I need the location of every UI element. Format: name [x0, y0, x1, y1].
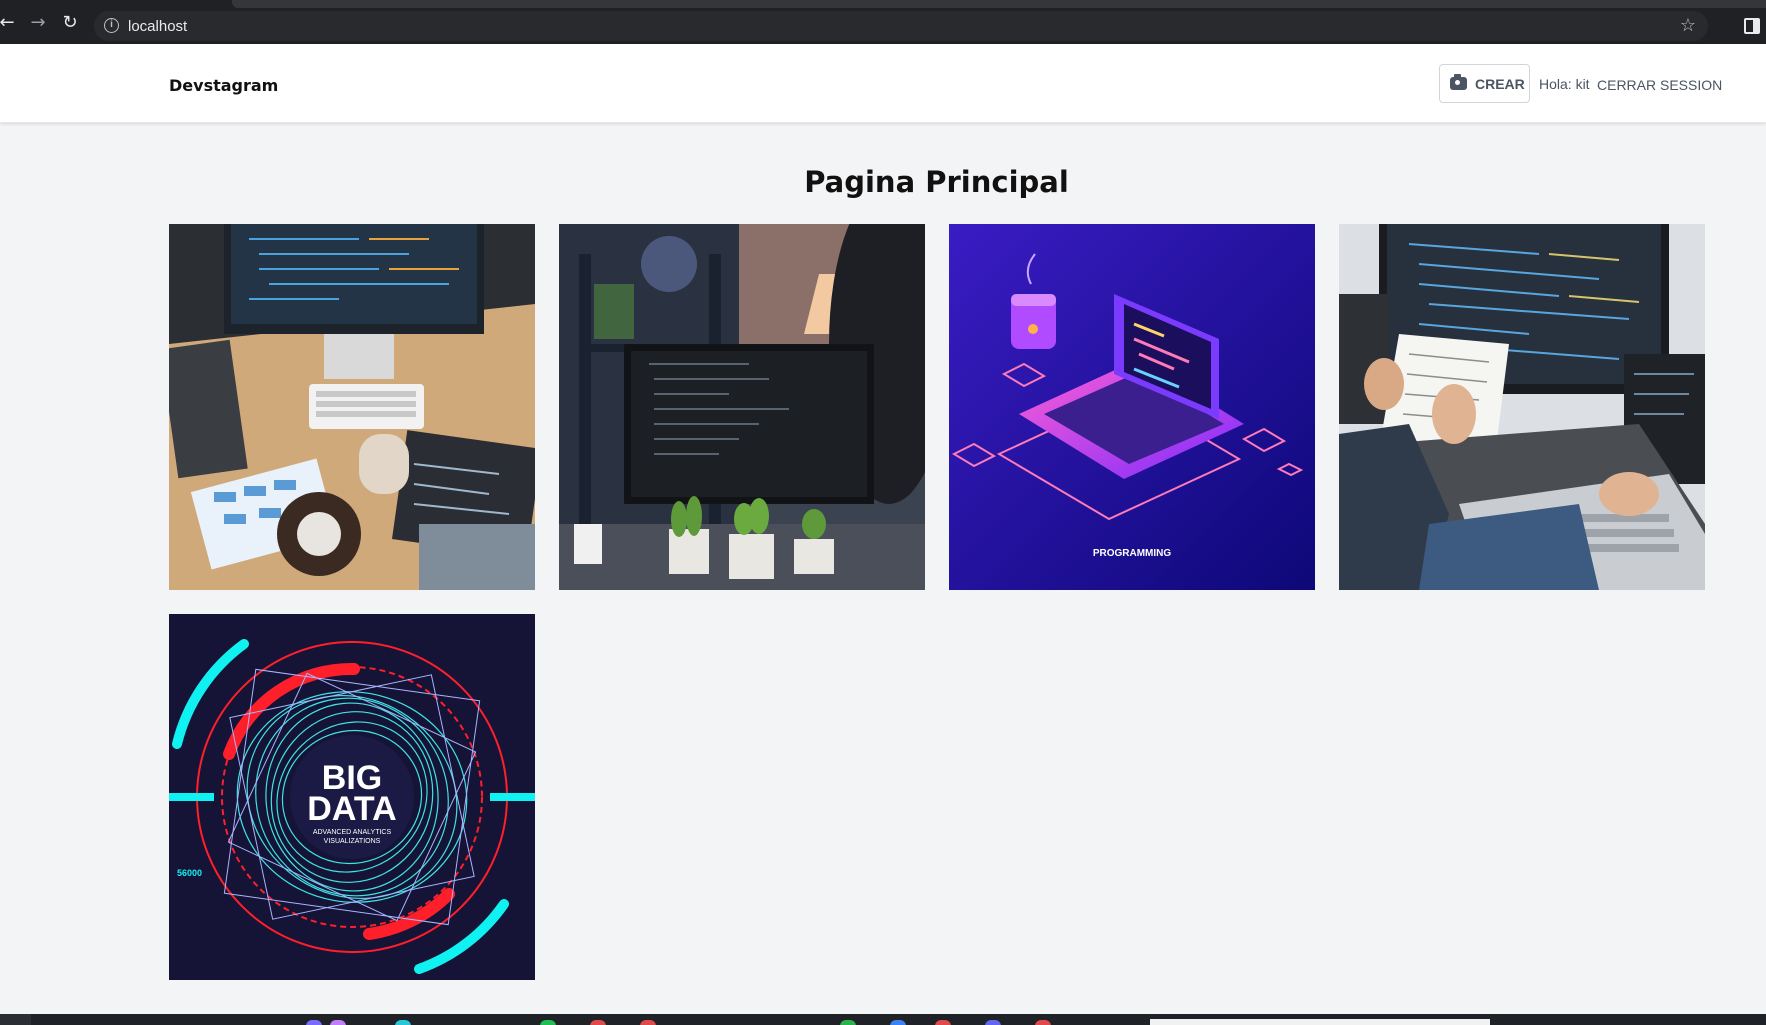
taskbar-start-area[interactable] — [0, 1014, 31, 1025]
post-3-label: PROGRAMMING — [1093, 548, 1172, 559]
browser-toolbar: ← → ↻ i localhost ☆ — [0, 0, 1766, 44]
taskbar-app-icon[interactable] — [890, 1020, 906, 1025]
taskbar-app-icon[interactable] — [985, 1020, 1001, 1025]
create-post-label: CREAR — [1475, 75, 1525, 92]
taskbar-app-icon[interactable] — [590, 1020, 606, 1025]
camera-icon — [1450, 74, 1467, 90]
side-panel-icon[interactable] — [1744, 18, 1760, 34]
post-image-3: PROGRAMMING — [949, 224, 1315, 590]
post-thumbnail-1[interactable] — [169, 224, 535, 590]
post-5-corner-number: 56000 — [177, 868, 202, 878]
taskbar-app-icon[interactable] — [306, 1020, 322, 1025]
reload-icon[interactable]: ↻ — [60, 13, 80, 33]
url-text[interactable]: localhost — [128, 18, 187, 35]
taskbar-app-icon[interactable] — [840, 1020, 856, 1025]
taskbar-app-icon[interactable] — [935, 1020, 951, 1025]
post-thumbnail-5[interactable]: BIG DATA ADVANCED ANALYTICS VISUALIZATIO… — [169, 614, 535, 980]
taskbar-search-box[interactable] — [1150, 1019, 1490, 1025]
post-image-2 — [559, 224, 925, 590]
user-greeting-link[interactable]: Hola: kit — [1539, 76, 1590, 92]
info-icon[interactable]: i — [104, 18, 119, 33]
post-image-1 — [169, 224, 535, 590]
taskbar-app-icon[interactable] — [640, 1020, 656, 1025]
tab-strip — [232, 0, 1766, 8]
post-thumbnail-2[interactable] — [559, 224, 925, 590]
page-title: Pagina Principal — [804, 165, 1069, 199]
taskbar-app-icon[interactable] — [330, 1020, 346, 1025]
taskbar-app-icon[interactable] — [1035, 1020, 1051, 1025]
post-5-caption-2: VISUALIZATIONS — [324, 838, 381, 845]
post-5-label-2: DATA — [307, 790, 396, 828]
address-bar[interactable]: i localhost ☆ — [94, 11, 1708, 41]
os-taskbar — [0, 1014, 1766, 1025]
create-post-button[interactable]: CREAR — [1439, 64, 1530, 103]
site-header: Devstagram CREAR Hola: kit CERRAR SESSIO… — [0, 44, 1766, 123]
star-icon[interactable]: ☆ — [1680, 15, 1696, 36]
arrow-right-icon[interactable]: → — [28, 13, 48, 33]
post-5-caption: ADVANCED ANALYTICS — [313, 829, 392, 836]
post-thumbnail-4[interactable] — [1339, 224, 1705, 590]
taskbar-app-icon[interactable] — [540, 1020, 556, 1025]
taskbar-app-icon[interactable] — [395, 1020, 411, 1025]
arrow-left-icon[interactable]: ← — [0, 13, 17, 33]
post-thumbnail-3[interactable]: PROGRAMMING — [949, 224, 1315, 590]
post-image-5: BIG DATA ADVANCED ANALYTICS VISUALIZATIO… — [169, 614, 535, 980]
logout-button[interactable]: CERRAR SESSION — [1597, 77, 1722, 93]
brand-logo[interactable]: Devstagram — [169, 76, 278, 95]
post-image-4 — [1339, 224, 1705, 590]
